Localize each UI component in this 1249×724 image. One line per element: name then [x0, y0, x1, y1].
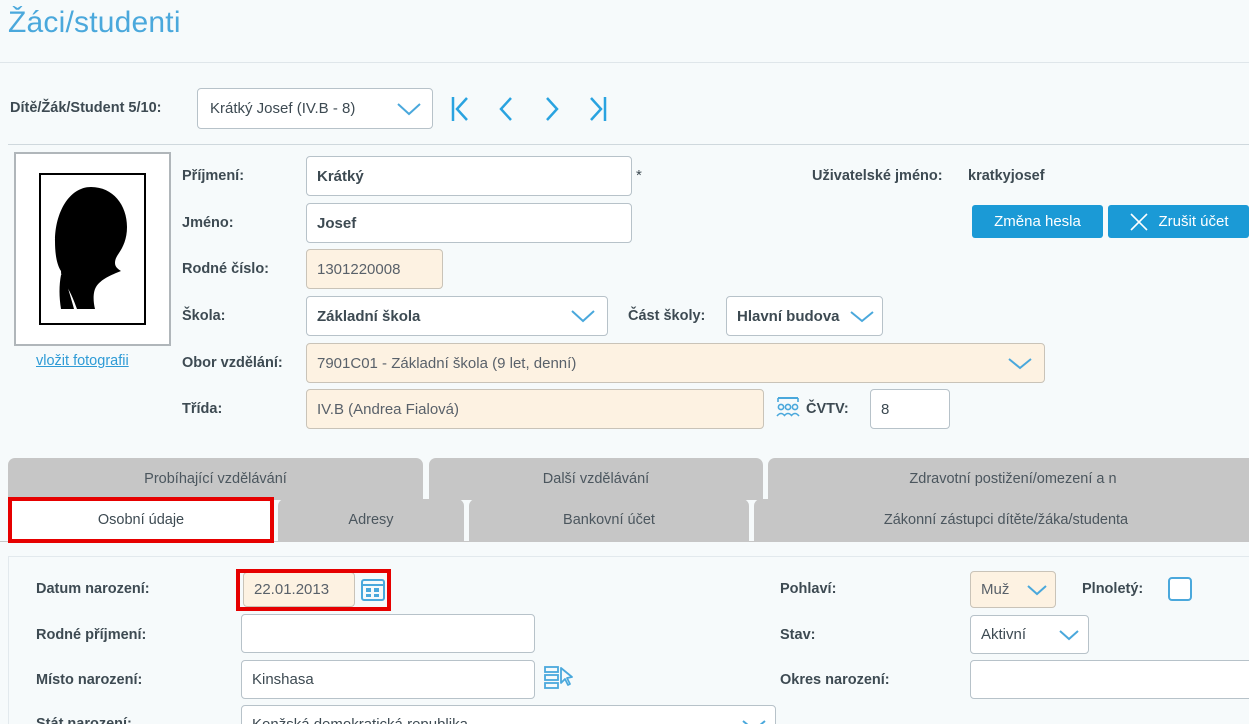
birth-number-field[interactable]: 1301220008: [306, 249, 443, 289]
birth-date-value: 22.01.2013: [254, 581, 330, 598]
record-navigator: Dítě/Žák/Student 5/10: Krátký Josef (IV.…: [0, 88, 1249, 134]
school-part-select[interactable]: Hlavní budova: [726, 296, 883, 336]
class-roster-icon[interactable]: [775, 396, 801, 420]
tab-probihajici-vzdelavani[interactable]: Probíhající vzdělávání: [8, 458, 423, 500]
student-select-value: Krátký Josef (IV.B - 8): [210, 100, 356, 117]
gender-label: Pohlaví:: [780, 581, 837, 597]
gender-select[interactable]: Muž: [970, 571, 1056, 608]
chevron-down-icon: [739, 717, 769, 724]
status-label: Stav:: [780, 627, 816, 643]
person-silhouette-icon: [55, 187, 127, 309]
tab-label: Bankovní účet: [563, 512, 655, 528]
cvtv-field[interactable]: 8: [870, 389, 950, 429]
next-record-icon[interactable]: [537, 90, 567, 128]
firstname-field[interactable]: Josef: [306, 203, 632, 243]
tab-zakonni-zastupci[interactable]: Zákonní zástupci dítěte/žáka/studenta: [754, 499, 1249, 541]
gender-value: Muž: [981, 581, 1010, 598]
tab-adresy[interactable]: Adresy: [278, 499, 464, 541]
birth-surname-label: Rodné příjmení:: [36, 627, 147, 643]
class-value: IV.B (Andrea Fialová): [317, 400, 460, 418]
birth-surname-field[interactable]: [241, 614, 535, 653]
close-icon: [1128, 211, 1150, 233]
username-value: kratkyjosef: [968, 168, 1045, 184]
username-label: Uživatelské jméno:: [812, 168, 943, 184]
school-select[interactable]: Základní škola: [306, 296, 608, 336]
birth-state-select[interactable]: Konžská demokratická republika: [241, 705, 776, 724]
tab-osobni-udaje[interactable]: Osobní údaje: [12, 499, 270, 541]
chevron-down-icon: [1025, 583, 1049, 597]
change-password-label: Změna hesla: [994, 213, 1081, 230]
field-of-study-label: Obor vzdělání:: [182, 355, 283, 371]
birth-state-value: Konžská demokratická republika: [252, 716, 739, 724]
school-label: Škola:: [182, 308, 226, 324]
birth-place-field[interactable]: Kinshasa: [241, 660, 535, 699]
tab-label: Zdravotní postižení/omezení a n: [909, 471, 1117, 487]
chevron-down-icon: [394, 101, 424, 117]
tab-label: Zákonní zástupci dítěte/žáka/studenta: [883, 512, 1129, 528]
birth-place-value: Kinshasa: [252, 671, 314, 688]
pick-from-list-icon[interactable]: [544, 664, 574, 692]
school-part-value: Hlavní budova: [737, 307, 840, 325]
tab-label: Adresy: [348, 512, 394, 528]
cvtv-value: 8: [881, 400, 890, 418]
tab-label: Probíhající vzdělávání: [144, 471, 287, 487]
chevron-down-icon: [848, 308, 876, 324]
tab-dalsi-vzdelavani[interactable]: Další vzdělávání: [429, 458, 763, 500]
last-record-icon[interactable]: [583, 90, 613, 128]
calendar-icon[interactable]: [360, 576, 386, 602]
student-photo[interactable]: [14, 152, 171, 346]
first-record-icon[interactable]: [445, 90, 475, 128]
birth-state-label: Stát narození:: [36, 716, 132, 724]
surname-label: Příjmení:: [182, 168, 245, 184]
birth-district-field[interactable]: [970, 660, 1249, 699]
photo-frame: [39, 173, 146, 325]
birth-date-field[interactable]: 22.01.2013: [243, 572, 355, 607]
status-value: Aktivní: [981, 626, 1027, 643]
tab-bottom-border: [0, 541, 1249, 542]
tab-row-top: Probíhající vzdělávání Další vzdělávání …: [0, 458, 1249, 500]
previous-record-icon[interactable]: [491, 90, 521, 128]
surname-field[interactable]: Krátký: [306, 156, 632, 196]
adult-label: Plnoletý:: [1082, 581, 1144, 597]
adult-checkbox[interactable]: [1168, 577, 1192, 601]
title-divider: [0, 62, 1249, 63]
surname-required-mark: *: [636, 167, 642, 184]
student-select[interactable]: Krátký Josef (IV.B - 8): [197, 88, 433, 129]
birth-number-label: Rodné číslo:: [182, 261, 270, 277]
cvtv-label: ČVTV:: [806, 401, 849, 417]
chevron-down-icon: [565, 308, 601, 324]
school-value: Základní škola: [317, 307, 421, 325]
birth-district-label: Okres narození:: [780, 672, 890, 688]
tab-row-bottom: Osobní údaje Adresy Bankovní účet Zákonn…: [0, 499, 1249, 541]
record-nav-buttons: [445, 90, 613, 128]
birth-number-value: 1301220008: [317, 260, 401, 278]
tab-bankovni-ucet[interactable]: Bankovní účet: [469, 499, 749, 541]
birth-date-label: Datum narození:: [36, 581, 150, 597]
birth-place-label: Místo narození:: [36, 672, 143, 688]
tab-label: Další vzdělávání: [542, 471, 650, 487]
surname-value: Krátký: [317, 167, 364, 185]
class-field[interactable]: IV.B (Andrea Fialová): [306, 389, 764, 429]
student-detail-page: Žáci/studenti Dítě/Žák/Student 5/10: Krá…: [0, 0, 1249, 724]
school-part-label: Část školy:: [628, 308, 706, 324]
field-of-study-select[interactable]: 7901C01 - Základní škola (9 let, denní): [306, 343, 1045, 383]
tab-label: Osobní údaje: [97, 512, 185, 528]
status-select[interactable]: Aktivní: [970, 615, 1089, 654]
panel-divider: [8, 144, 1249, 145]
change-password-button[interactable]: Změna hesla: [972, 205, 1103, 238]
cancel-account-button[interactable]: Zrušit účet: [1108, 205, 1249, 238]
chevron-down-icon: [1002, 355, 1038, 371]
firstname-label: Jméno:: [182, 215, 234, 231]
record-navigator-label: Dítě/Žák/Student 5/10:: [10, 100, 162, 116]
personal-panel-divider: [8, 556, 1249, 557]
field-of-study-value: 7901C01 - Základní škola (9 let, denní): [317, 354, 577, 372]
insert-photo-link[interactable]: vložit fotografii: [36, 353, 129, 369]
personal-panel-left-border: [8, 556, 9, 724]
tab-zdravotni-postizeni[interactable]: Zdravotní postižení/omezení a n: [768, 458, 1249, 500]
page-title: Žáci/studenti: [8, 6, 181, 39]
chevron-down-icon: [1056, 628, 1082, 642]
class-label: Třída:: [182, 401, 223, 417]
firstname-value: Josef: [317, 214, 357, 232]
cancel-account-label: Zrušit účet: [1158, 213, 1229, 230]
